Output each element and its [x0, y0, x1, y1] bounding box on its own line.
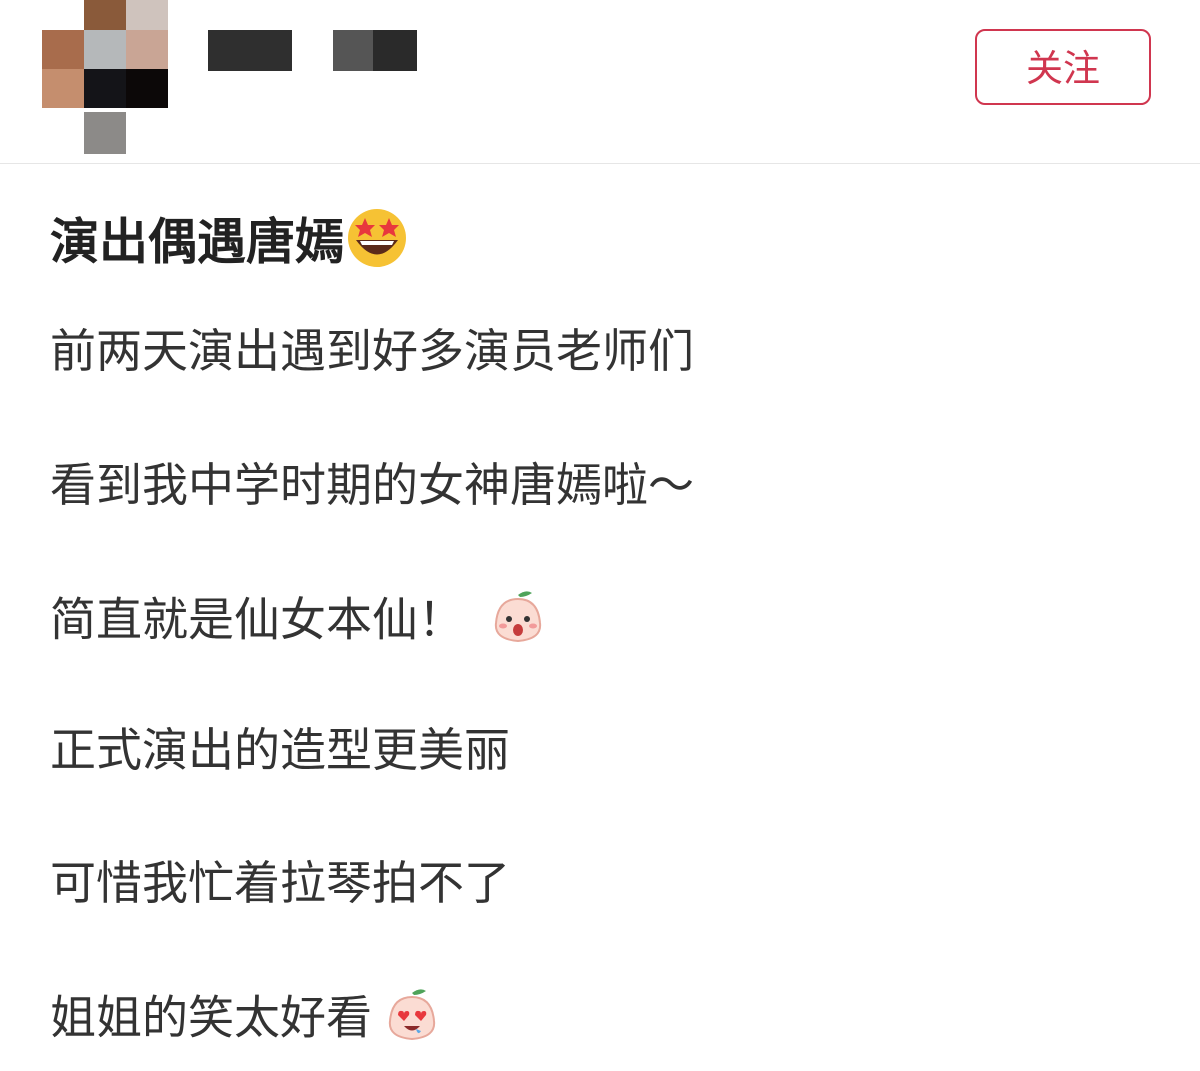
post-line-5: 可惜我忙着拉琴拍不了: [50, 856, 510, 910]
surprised-sprout-sticker-icon: [492, 589, 544, 657]
post-line-4: 正式演出的造型更美丽: [50, 723, 510, 777]
post-title: 演出偶遇唐嫣: [50, 207, 408, 271]
star-struck-emoji-icon: [346, 207, 408, 283]
post-line-3-text: 简直就是仙女本仙！: [50, 592, 464, 647]
post-header: 关注: [0, 0, 1200, 164]
post-line-6: 姐姐的笑太好看: [50, 987, 438, 1055]
post-title-text: 演出偶遇唐嫣: [50, 213, 345, 271]
username-blurred-2: [333, 30, 417, 71]
post-line-3: 简直就是仙女本仙！: [50, 589, 544, 657]
post-line-1: 前两天演出遇到好多演员老师们: [50, 324, 694, 378]
username-blurred: [208, 30, 292, 71]
avatar[interactable]: [42, 0, 168, 154]
post-line-6-text: 姐姐的笑太好看: [50, 990, 372, 1045]
heart-eyes-sprout-sticker-icon: [386, 987, 438, 1055]
post-line-2: 看到我中学时期的女神唐嫣啦～: [50, 458, 694, 512]
follow-button[interactable]: 关注: [975, 29, 1151, 105]
